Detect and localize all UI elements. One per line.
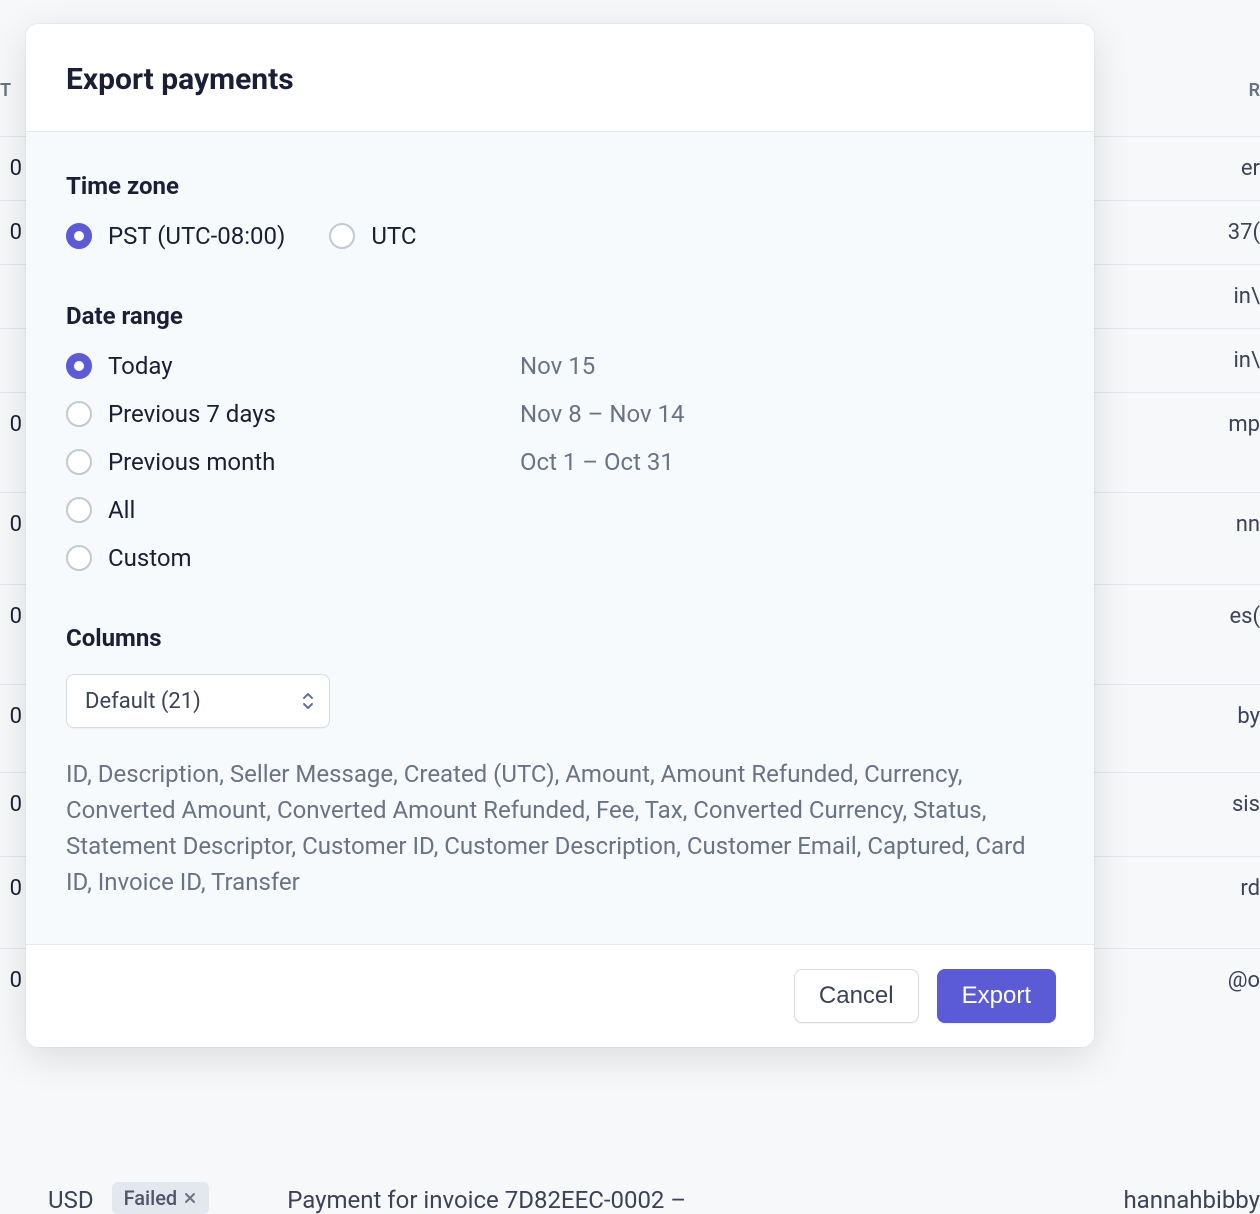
- date-range-value: Nov 15: [520, 352, 1054, 380]
- timezone-label: Time zone: [66, 172, 1054, 200]
- bg-cell-right: mp: [1228, 412, 1260, 437]
- bg-bottom-right: hannahbibby: [1123, 1186, 1260, 1214]
- modal-footer: Cancel Export: [26, 944, 1094, 1047]
- radio-icon: [66, 449, 92, 475]
- date-range-value: Nov 8 – Nov 14: [520, 400, 1054, 428]
- bg-badge-label: Failed: [124, 1186, 178, 1210]
- radio-icon: [66, 353, 92, 379]
- bg-cell-left: 0: [0, 604, 22, 629]
- bg-cell-left: 0: [0, 876, 22, 901]
- date-range-label: Date range: [66, 302, 1054, 330]
- date-range-option-today[interactable]: Today: [66, 352, 520, 380]
- columns-section: Columns Default (21) ID, Description, Se…: [66, 624, 1054, 900]
- radio-icon: [66, 545, 92, 571]
- radio-label: All: [108, 496, 135, 524]
- timezone-options: PST (UTC-08:00) UTC: [66, 222, 1054, 250]
- modal-title: Export payments: [66, 62, 1054, 97]
- bg-cell-right: 37(: [1228, 220, 1260, 245]
- export-payments-modal: Export payments Time zone PST (UTC-08:00…: [26, 24, 1094, 1047]
- radio-label: Today: [108, 352, 173, 380]
- export-button[interactable]: Export: [937, 969, 1056, 1023]
- date-range-value: Oct 1 – Oct 31: [520, 448, 1054, 476]
- columns-select[interactable]: Default (21): [66, 674, 330, 728]
- bg-cell-left: 0: [0, 220, 22, 245]
- modal-body: Time zone PST (UTC-08:00) UTC Date range…: [26, 132, 1094, 944]
- bg-cell-right: es(: [1229, 604, 1260, 629]
- radio-icon: [66, 223, 92, 249]
- bg-cell-right: nn: [1236, 512, 1260, 537]
- bg-cell-right: by: [1237, 704, 1260, 729]
- bg-cell-right: in\: [1233, 348, 1260, 373]
- radio-label: Custom: [108, 544, 192, 572]
- bg-desc: Payment for invoice 7D82EEC-0002 –: [287, 1186, 686, 1214]
- bg-cell-right: @o: [1228, 968, 1260, 993]
- radio-icon: [66, 401, 92, 427]
- date-range-option-prevmonth[interactable]: Previous month: [66, 448, 520, 476]
- columns-label: Columns: [66, 624, 1054, 652]
- bg-cell-left: 0: [0, 968, 22, 993]
- bg-cell-right: in\: [1233, 284, 1260, 309]
- bg-cell-right: sis: [1232, 792, 1260, 817]
- radio-label: UTC: [371, 222, 416, 250]
- radio-icon: [329, 223, 355, 249]
- date-range-options: Today Nov 15 Previous 7 days Nov 8 – Nov…: [66, 352, 1054, 572]
- radio-icon: [66, 497, 92, 523]
- bg-cell-left: 0: [0, 412, 22, 437]
- radio-label: Previous 7 days: [108, 400, 276, 428]
- radio-label: Previous month: [108, 448, 275, 476]
- date-range-option-custom[interactable]: Custom: [66, 544, 520, 572]
- bg-col-header-right: R: [1249, 80, 1260, 101]
- close-icon: [183, 1186, 197, 1210]
- date-range-section: Date range Today Nov 15 Previous 7 days …: [66, 302, 1054, 572]
- status-badge: Failed: [112, 1182, 210, 1214]
- bg-cell-left: 0: [0, 156, 22, 181]
- bg-bottom-row: USD Failed Payment for invoice 7D82EEC-0…: [0, 1158, 1260, 1214]
- radio-label: PST (UTC-08:00): [108, 222, 285, 250]
- bg-cell-left: 0: [0, 704, 22, 729]
- bg-cell-left: 0: [0, 792, 22, 817]
- date-range-option-prev7[interactable]: Previous 7 days: [66, 400, 520, 428]
- modal-header: Export payments: [26, 24, 1094, 132]
- timezone-option-pst[interactable]: PST (UTC-08:00): [66, 222, 285, 250]
- timezone-section: Time zone PST (UTC-08:00) UTC: [66, 172, 1054, 250]
- columns-description: ID, Description, Seller Message, Created…: [66, 756, 1054, 900]
- columns-select-value: Default (21): [66, 674, 330, 728]
- cancel-button[interactable]: Cancel: [794, 969, 919, 1023]
- bg-cell-left: 0: [0, 512, 22, 537]
- bg-cell-right: er: [1241, 156, 1260, 181]
- bg-col-header-left: T: [0, 80, 11, 101]
- bg-cell-right: rd: [1240, 876, 1260, 901]
- bg-currency: USD: [48, 1186, 94, 1214]
- timezone-option-utc[interactable]: UTC: [329, 222, 416, 250]
- date-range-option-all[interactable]: All: [66, 496, 520, 524]
